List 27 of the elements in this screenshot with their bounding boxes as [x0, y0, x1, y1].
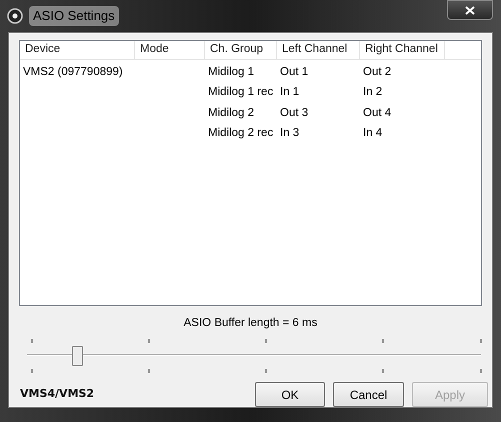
column-header[interactable]: Left Channel [277, 41, 360, 59]
close-button[interactable] [447, 0, 493, 20]
dialog-button[interactable]: Cancel [333, 382, 404, 407]
buffer-length-label: ASIO Buffer length = 6 ms [184, 316, 318, 331]
table-cell: Out 4 [363, 106, 392, 119]
table-cell: Out 1 [280, 66, 308, 78]
slider-thumb[interactable] [72, 346, 83, 366]
table-cell: Midilog 1 [208, 66, 254, 78]
close-icon [465, 6, 475, 14]
dialog-button[interactable]: OK [255, 382, 325, 407]
table-cell: In 1 [280, 86, 300, 98]
table-cell: Out 2 [363, 66, 392, 78]
column-header[interactable]: Ch. Group [205, 41, 277, 59]
app-icon [7, 8, 23, 24]
column-header[interactable]: Mode [135, 41, 205, 59]
window-title: ASIO Settings [29, 6, 119, 26]
product-label: VMS4/VMS2 [20, 386, 94, 402]
column-header[interactable]: Device [20, 41, 135, 59]
column-header[interactable]: Right Channel [360, 41, 445, 59]
table-cell: In 3 [280, 127, 300, 140]
table-cell: Midilog 1 rec [208, 86, 274, 98]
table-cell: Midilog 2 rec [208, 127, 274, 140]
table-cell: In 2 [363, 86, 382, 98]
table-cell: Midilog 2 [208, 106, 254, 119]
table-cell: Out 3 [280, 106, 308, 119]
table-cell: VMS2 (097790899) [23, 66, 123, 78]
table-cell: In 4 [363, 127, 382, 140]
